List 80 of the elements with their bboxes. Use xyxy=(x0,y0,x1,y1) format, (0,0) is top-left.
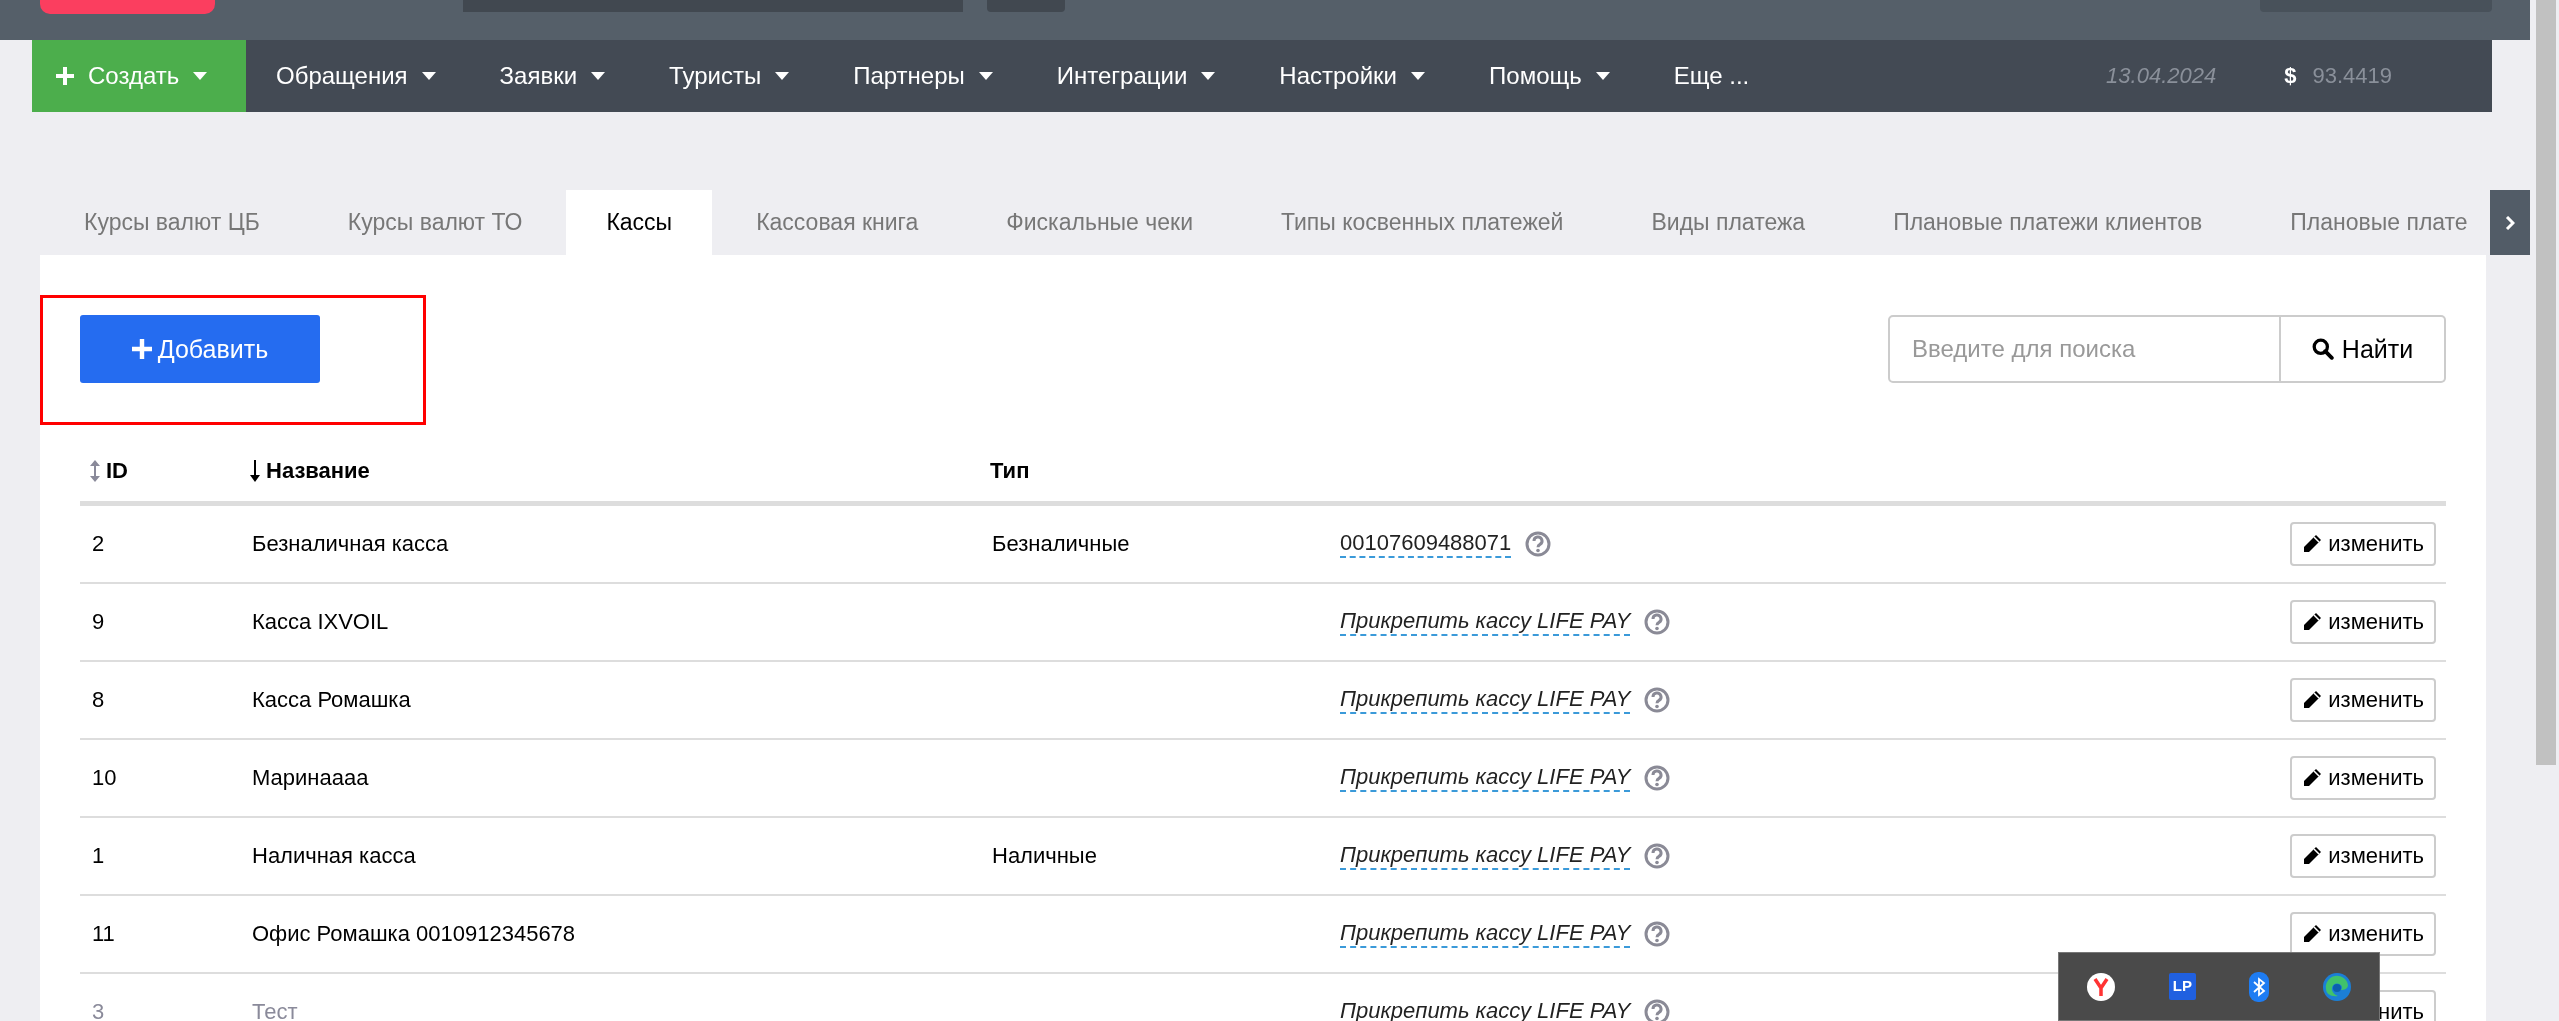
link[interactable]: Прикрепить кассу LIFE PAY xyxy=(1340,841,1631,871)
pencil-icon xyxy=(2302,534,2323,554)
tab[interactable]: Плановые плате xyxy=(2246,190,2490,255)
link[interactable]: Прикрепить кассу LIFE PAY xyxy=(1340,763,1631,793)
tab[interactable]: Виды платежа xyxy=(1607,190,1850,255)
pencil-icon xyxy=(2302,768,2323,788)
help-icon xyxy=(1525,531,1552,557)
nav-menu-item[interactable]: Заявки xyxy=(469,40,636,112)
edit-button[interactable]: изменить xyxy=(2290,912,2436,956)
help-icon xyxy=(1644,999,1671,1021)
column-header[interactable]: Название xyxy=(240,457,370,484)
nav-menu-item[interactable]: Помощь xyxy=(1459,40,1640,112)
date-text: 13.04.2024 xyxy=(2106,63,2217,89)
link[interactable]: Прикрепить кассу LIFE PAY xyxy=(1340,607,1631,637)
scrollbar-thumb[interactable] xyxy=(2536,0,2556,765)
table-cell-text: 2 xyxy=(91,531,106,557)
table-cell-text: Безналичная касса xyxy=(251,531,450,557)
lp-icon[interactable]: LP xyxy=(2168,973,2196,1000)
link[interactable]: 00107609488071 xyxy=(1340,529,1512,559)
help-icon xyxy=(1644,921,1671,947)
nav-menu-item[interactable]: Партнеры xyxy=(823,40,1023,112)
table-cell-text: Наличные xyxy=(991,843,1098,869)
y-logo-icon[interactable] xyxy=(2085,971,2116,1002)
plus-icon xyxy=(131,339,152,359)
link[interactable]: Прикрепить кассу LIFE PAY xyxy=(1340,919,1631,949)
pencil-icon xyxy=(2302,612,2323,632)
edit-button[interactable]: изменить xyxy=(2290,756,2436,800)
nav-menu-item[interactable]: Обращения xyxy=(246,40,466,112)
header-button[interactable] xyxy=(987,0,1065,12)
pencil-icon xyxy=(2302,690,2323,710)
table-cell-text: 3 xyxy=(91,999,106,1021)
nav-menu-item[interactable]: Интеграции xyxy=(1026,40,1246,112)
edit-button[interactable]: изменить xyxy=(2290,600,2436,644)
tab[interactable]: Курсы валют ЦБ xyxy=(40,190,304,255)
add-button[interactable]: Добавить xyxy=(80,315,320,383)
table-cell-text: 10 xyxy=(91,765,118,791)
tab[interactable]: Кассы xyxy=(566,190,713,255)
search-icon xyxy=(2311,338,2334,360)
tab[interactable]: Типы косвенных платежей xyxy=(1237,190,1608,255)
caret-icon xyxy=(193,72,208,80)
help-icon xyxy=(1644,843,1671,869)
help-icon xyxy=(1644,609,1671,635)
nav-menu-item[interactable]: Еще ... xyxy=(1643,40,1780,112)
currency-symbol: $ xyxy=(2284,63,2297,89)
table-cell-text: Офис Ромашка 0010912345678 xyxy=(251,921,577,947)
next-tab-button[interactable] xyxy=(2490,190,2530,255)
swirl-icon[interactable] xyxy=(2322,971,2353,1002)
tab[interactable]: Курсы валют ТО xyxy=(303,190,567,255)
tab[interactable]: Кассовая книга xyxy=(712,190,963,255)
edit-button[interactable]: изменить xyxy=(2290,522,2436,566)
table-cell-text: Тест xyxy=(251,999,299,1021)
table-cell-text: 1 xyxy=(91,843,106,869)
column-header[interactable]: Тип xyxy=(980,457,1030,484)
column-header[interactable]: ID xyxy=(80,457,128,484)
tab[interactable]: Фискальные чеки xyxy=(962,190,1237,255)
table-cell-text: Наличная касса xyxy=(251,843,417,869)
table-cell-text: Безналичные xyxy=(991,531,1131,557)
chevron-right-icon xyxy=(2505,215,2515,230)
table-cell-text: 11 xyxy=(91,921,116,947)
pencil-icon xyxy=(2302,846,2323,866)
nav-menu-item[interactable]: Настройки xyxy=(1249,40,1456,112)
bluetooth-icon[interactable] xyxy=(2249,971,2270,1002)
exchange-rate: 93.4419 xyxy=(2312,63,2392,89)
tab[interactable]: Плановые платежи клиентов xyxy=(1849,190,2247,255)
table-cell-text: Маринаааа xyxy=(251,765,370,791)
find-button[interactable]: Найти xyxy=(2281,315,2446,383)
search-field[interactable] xyxy=(463,0,963,12)
table-cell-text: Касса IXVOIL xyxy=(251,609,390,635)
search-field[interactable]: Введите для поиска xyxy=(1888,315,2281,383)
nav-menu-item[interactable]: Туристы xyxy=(639,40,820,112)
pencil-icon xyxy=(2302,924,2323,944)
help-icon xyxy=(1644,687,1671,713)
edit-button[interactable]: изменить xyxy=(2290,834,2436,878)
table-cell-text: 8 xyxy=(91,687,106,713)
edit-button[interactable]: изменить xyxy=(2290,678,2436,722)
link[interactable]: Прикрепить кассу LIFE PAY xyxy=(1340,685,1631,715)
plus-icon xyxy=(56,67,74,85)
help-icon xyxy=(1644,765,1671,791)
table-cell-text: 9 xyxy=(91,609,106,635)
table-cell-text: Касса Ромашка xyxy=(251,687,412,713)
